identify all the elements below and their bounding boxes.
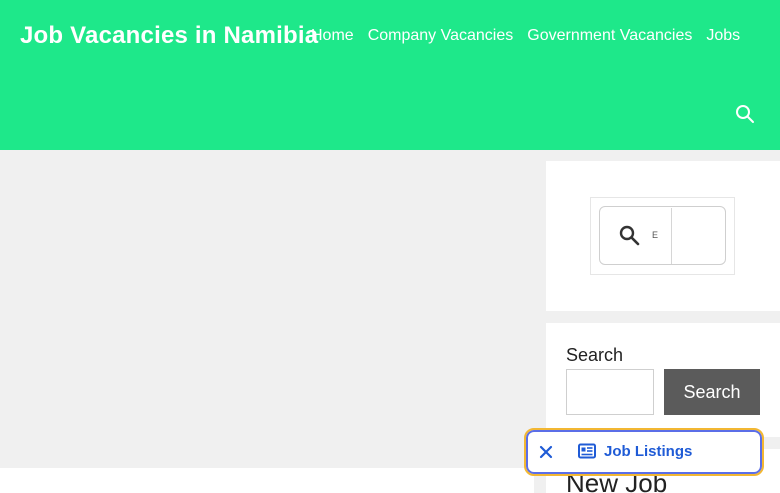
listing-icon	[578, 443, 596, 459]
search-icon[interactable]	[618, 224, 640, 246]
nav-item-home[interactable]: Home	[304, 27, 361, 45]
site-title[interactable]: Job Vacancies in Namibia	[20, 22, 318, 50]
search-button[interactable]: Search	[664, 369, 760, 415]
job-listings-label: Job Listings	[604, 442, 693, 460]
search-input[interactable]	[566, 369, 654, 415]
nav-item-government-vacancies[interactable]: Government Vacancies	[520, 27, 699, 45]
search-label: Search	[566, 345, 624, 365]
close-icon[interactable]	[537, 443, 555, 461]
main-content-footer	[0, 468, 534, 493]
search-widget-input[interactable]	[652, 227, 668, 243]
search-icon[interactable]	[735, 104, 755, 124]
job-listings-link[interactable]: Job Listings	[578, 440, 692, 462]
nav-item-jobs[interactable]: Jobs	[699, 27, 747, 45]
divider	[671, 208, 672, 264]
nav-item-company-vacancies[interactable]: Company Vacancies	[361, 27, 521, 45]
main-content	[0, 150, 534, 468]
primary-nav: Home Company Vacancies Government Vacanc…	[304, 27, 747, 45]
site-header: Job Vacancies in Namibia Home Company Va…	[0, 0, 780, 150]
